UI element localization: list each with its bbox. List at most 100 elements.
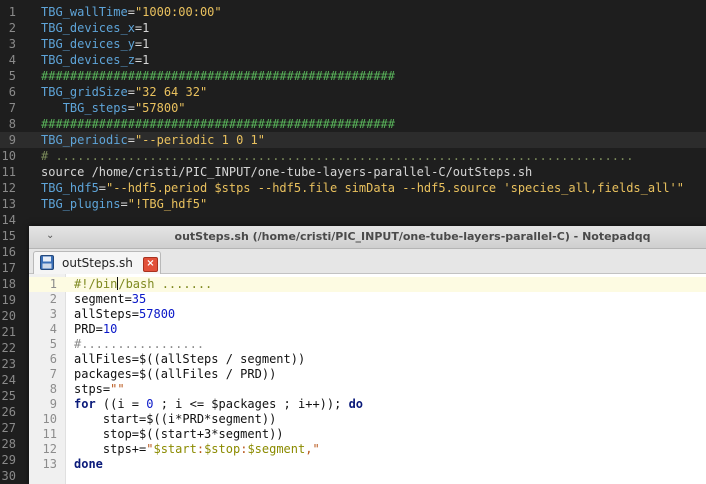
line-number: 22 <box>1 341 16 355</box>
notepadqq-window: ⌄ outSteps.sh (/home/cristi/PIC_INPUT/on… <box>29 226 706 484</box>
code-text: TBG_devices_x=1 <box>41 21 150 35</box>
line-number: 30 <box>1 469 16 483</box>
line-number: 6 <box>49 352 57 366</box>
line-number: 10 <box>1 149 16 163</box>
tab-label: outSteps.sh <box>62 256 133 270</box>
line-number: 17 <box>1 261 16 275</box>
line-number: 9 <box>8 133 16 147</box>
line-number: 2 <box>49 292 57 306</box>
line-number: 16 <box>1 245 16 259</box>
code-line: 2 segment=35 <box>29 292 706 307</box>
code-line: 7 packages=$((allFiles / PRD)) <box>29 367 706 382</box>
code-line: 10 start=$((i*PRD*segment)) <box>29 412 706 427</box>
tab-close-icon[interactable]: × <box>143 257 158 272</box>
code-text: source /home/cristi/PIC_INPUT/one-tube-l… <box>41 165 533 179</box>
line-number: 4 <box>8 53 16 67</box>
code-line: 12 stps+="$start:$stop:$segment," <box>29 442 706 457</box>
code-text: allSteps=57800 <box>74 307 176 321</box>
code-line: 8 stps="" <box>29 382 706 397</box>
line-number: 26 <box>1 405 16 419</box>
line-number: 5 <box>8 69 16 83</box>
bg-code-line: 2 TBG_devices_x=1 <box>0 20 706 36</box>
line-number: 9 <box>49 397 57 411</box>
code-line: 6 allFiles=$((allSteps / segment)) <box>29 352 706 367</box>
line-number: 8 <box>8 117 16 131</box>
code-line: 1 #!/bin/bash ....... <box>29 277 706 292</box>
bg-code-line: 4 TBG_devices_z=1 <box>0 52 706 68</box>
code-text: PRD=10 <box>74 322 118 336</box>
code-text: ########################################… <box>41 117 396 131</box>
line-number: 6 <box>8 85 16 99</box>
line-number: 29 <box>1 453 16 467</box>
code-text: start=$((i*PRD*segment)) <box>74 412 277 426</box>
bg-code-line: 11 source /home/cristi/PIC_INPUT/one-tube… <box>0 164 706 180</box>
bg-code-line: 13 TBG_plugins="!TBG_hdf5" <box>0 196 706 212</box>
line-number: 13 <box>1 197 16 211</box>
bg-code-line: 12 TBG_hdf5="--hdf5.period $stps --hdf5.f… <box>0 180 706 196</box>
code-line: 5 #................. <box>29 337 706 352</box>
line-number: 25 <box>1 389 16 403</box>
line-number: 24 <box>1 373 16 387</box>
code-text: # ......................................… <box>41 149 634 163</box>
code-text: #!/bin/bash ....... <box>74 277 213 291</box>
code-line: 9 for ((i = 0 ; i <= $packages ; i++)); d… <box>29 397 706 412</box>
line-number: 3 <box>49 307 57 321</box>
code-text: stps="" <box>74 382 125 396</box>
bg-code-line: 3 TBG_devices_y=1 <box>0 36 706 52</box>
line-number: 2 <box>8 21 16 35</box>
tab-outsteps[interactable]: outSteps.sh × <box>33 251 161 274</box>
bg-code-line: 7 TBG_steps="57800" <box>0 100 706 116</box>
code-text: TBG_steps="57800" <box>62 101 186 115</box>
line-number: 8 <box>49 382 57 396</box>
bg-code-line: 10 # ....................................… <box>0 148 706 164</box>
line-number: 12 <box>42 442 57 456</box>
code-text: segment=35 <box>74 292 147 306</box>
code-text: allFiles=$((allSteps / segment)) <box>74 352 306 366</box>
bg-code-line: 8 #######################################… <box>0 116 706 132</box>
tab-bar: outSteps.sh × <box>29 249 706 274</box>
bg-code-line: 6 TBG_gridSize="32 64 32" <box>0 84 706 100</box>
line-number: 7 <box>49 367 57 381</box>
line-number: 15 <box>1 229 16 243</box>
code-text: TBG_gridSize="32 64 32" <box>41 85 208 99</box>
line-number: 12 <box>1 181 16 195</box>
line-number: 18 <box>1 277 16 291</box>
line-number: 10 <box>42 412 57 426</box>
code-text: packages=$((allFiles / PRD)) <box>74 367 277 381</box>
line-number: 5 <box>49 337 57 351</box>
code-line: 4 PRD=10 <box>29 322 706 337</box>
code-editor[interactable]: 1 #!/bin/bash ....... 2 segment=35 3 allSteps… <box>29 274 706 484</box>
line-number: 4 <box>49 322 57 336</box>
code-text: ########################################… <box>41 69 396 83</box>
code-text: TBG_devices_z=1 <box>41 53 150 67</box>
code-text: TBG_hdf5="--hdf5.period $stps --hdf5.fil… <box>41 181 684 195</box>
line-number: 13 <box>42 457 57 471</box>
code-line: 3 allSteps=57800 <box>29 307 706 322</box>
code-text: #................. <box>74 337 205 351</box>
line-number: 20 <box>1 309 16 323</box>
line-number: 1 <box>8 5 16 19</box>
line-number: 7 <box>8 101 16 115</box>
line-number: 14 <box>1 213 16 227</box>
code-line: 13 done <box>29 457 706 472</box>
code-text: stop=$((start+3*segment)) <box>74 427 284 441</box>
code-text: TBG_periodic="--periodic 1 0 1" <box>41 133 265 147</box>
code-text: TBG_devices_y=1 <box>41 37 150 51</box>
code-text: for ((i = 0 ; i <= $packages ; i++)); do <box>74 397 364 411</box>
line-number: 21 <box>1 325 16 339</box>
line-number: 19 <box>1 293 16 307</box>
bg-code-line: 9 TBG_periodic="--periodic 1 0 1" <box>0 132 706 148</box>
line-number: 11 <box>1 165 16 179</box>
title-bar[interactable]: ⌄ outSteps.sh (/home/cristi/PIC_INPUT/on… <box>29 226 706 249</box>
line-number: 1 <box>49 277 57 291</box>
code-text: stps+="$start:$stop:$segment," <box>74 442 320 456</box>
line-number: 11 <box>42 427 57 441</box>
window-title: outSteps.sh (/home/cristi/PIC_INPUT/one-… <box>174 230 651 243</box>
code-line: 11 stop=$((start+3*segment)) <box>29 427 706 442</box>
bg-code-line: 1 TBG_wallTime="1000:00:00" <box>0 4 706 20</box>
line-number: 28 <box>1 437 16 451</box>
code-text: TBG_wallTime="1000:00:00" <box>41 5 222 19</box>
code-text: done <box>74 457 103 471</box>
floppy-disk-icon <box>40 255 54 270</box>
code-text: TBG_plugins="!TBG_hdf5" <box>41 197 208 211</box>
